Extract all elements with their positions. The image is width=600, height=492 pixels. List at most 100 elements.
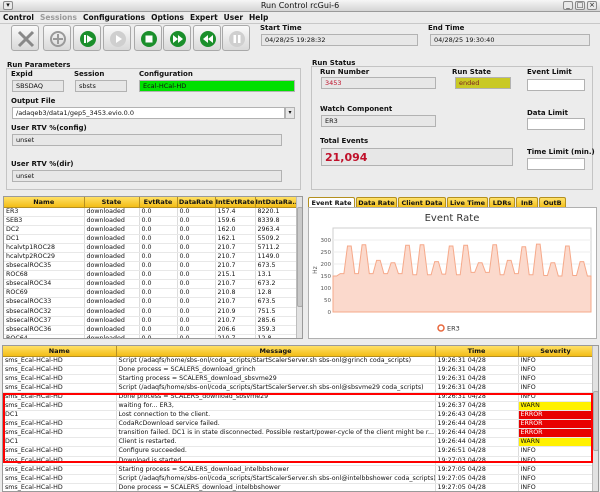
- component-header-0[interactable]: Name: [4, 197, 85, 208]
- component-cell: 210.7: [215, 316, 256, 326]
- menu-user[interactable]: User: [221, 12, 246, 24]
- data-limit-input[interactable]: [527, 118, 585, 130]
- message-log-scroll-thumb[interactable]: [593, 391, 598, 451]
- component-cell: downloaded: [84, 243, 140, 253]
- component-header-5[interactable]: IntDataRa...: [255, 197, 297, 208]
- component-row[interactable]: sbsecalROC35 downloaded 0.0 0.0 210.7 673.5: [4, 261, 297, 272]
- menu-expert[interactable]: Expert: [187, 12, 221, 24]
- log-cell: sms_Ecal-HCal-HD: [3, 356, 117, 366]
- component-row[interactable]: DC2 downloaded 0.0 0.0 162.0 2963.4: [4, 225, 297, 235]
- component-cell: 210.9: [215, 307, 256, 317]
- log-row[interactable]: sms_Ecal-HCal-HD Starting process = SCALE…: [3, 465, 594, 475]
- chart-ytick-label: 0: [328, 310, 332, 316]
- component-header-3[interactable]: DataRate: [177, 197, 216, 208]
- component-row[interactable]: sbsecalROC32 downloaded 0.0 0.0 210.9 751.5: [4, 307, 297, 317]
- start-run-button[interactable]: [193, 25, 221, 51]
- menu-configurations[interactable]: Configurations: [80, 12, 148, 24]
- component-table-container: Name State EvtRate DataRate IntEvtRate IntDat…: [3, 196, 303, 339]
- severity-badge: INFO: [518, 483, 594, 491]
- menu-help[interactable]: Help: [246, 12, 271, 24]
- log-header-name[interactable]: Name: [3, 346, 117, 357]
- download-button[interactable]: [73, 25, 101, 51]
- minimize-icon[interactable]: _: [563, 1, 573, 10]
- log-header-time[interactable]: Time: [435, 346, 519, 357]
- log-cell: 19:26:31 04/28: [435, 365, 519, 375]
- component-row[interactable]: sbsecalROC37 downloaded 0.0 0.0 210.7 285.6: [4, 316, 297, 326]
- chart-ytick-label: 300: [321, 238, 332, 244]
- go-button[interactable]: [134, 25, 162, 51]
- component-cell: downloaded: [84, 216, 140, 226]
- configuration-field: Ecal-HCal-HD: [139, 80, 295, 92]
- component-header-2[interactable]: EvtRate: [139, 197, 178, 208]
- log-row[interactable]: sms_Ecal-HCal-HD Script (/adaqfs/home/sbs…: [3, 356, 594, 366]
- output-file-dropdown-icon[interactable]: ▾: [285, 107, 295, 119]
- download-icon: [80, 31, 96, 47]
- component-cell: 157.4: [215, 207, 256, 217]
- prestart-button[interactable]: [103, 25, 131, 51]
- component-cell: 210.7: [215, 297, 256, 308]
- component-cell: 0.0: [177, 225, 216, 235]
- log-cell: Script (/adaqfs/home/sbs-onl/coda_script…: [116, 474, 436, 484]
- log-header-message[interactable]: Message: [116, 346, 436, 357]
- component-row[interactable]: ROC68 downloaded 0.0 0.0 215.1 13.1: [4, 270, 297, 281]
- severity-badge: INFO: [518, 365, 594, 375]
- menu-options[interactable]: Options: [148, 12, 187, 24]
- log-row[interactable]: sms_Ecal-HCal-HD Script (/adaqfs/home/sbs…: [3, 474, 594, 484]
- event-limit-label: Event Limit: [527, 68, 572, 76]
- component-row[interactable]: ER3 downloaded 0.0 0.0 157.4 8220.1: [4, 207, 297, 217]
- component-row[interactable]: ROC64 downloaded 0.0 0.0 210.7 12.8: [4, 334, 297, 338]
- component-cell: 210.8: [215, 288, 256, 299]
- component-cell: 1149.0: [255, 252, 297, 263]
- run-state-field: ended: [455, 77, 511, 89]
- component-header-1[interactable]: State: [84, 197, 140, 208]
- component-cell: 210.7: [215, 252, 256, 263]
- maximize-icon[interactable]: □: [575, 1, 585, 10]
- component-row[interactable]: sbsecalROC36 downloaded 0.0 0.0 206.6 359.3: [4, 325, 297, 335]
- menu-control[interactable]: Control: [0, 12, 37, 24]
- end-button[interactable]: [163, 25, 191, 51]
- component-row[interactable]: sbsecalROC34 downloaded 0.0 0.0 210.7 673.2: [4, 279, 297, 290]
- end-time-label: End Time: [428, 24, 465, 32]
- configuration-label: Configuration: [139, 70, 193, 78]
- log-header-severity[interactable]: Severity: [518, 346, 594, 357]
- run-number-label: Run Number: [320, 68, 370, 76]
- menu-sessions[interactable]: Sessions: [37, 12, 80, 24]
- component-cell: sbsecalROC35: [4, 261, 85, 272]
- chart-panel: Event Rate 0 50 100 150 200 250 300 Hz ER3: [308, 207, 597, 339]
- configure-button[interactable]: [43, 25, 71, 51]
- component-row[interactable]: hcalvtp2ROC29 downloaded 0.0 0.0 210.7 1149.0: [4, 252, 297, 263]
- log-row[interactable]: sms_Ecal-HCal-HD Script (/adaqfs/home/sbs…: [3, 383, 594, 393]
- close-icon[interactable]: ×: [587, 1, 597, 10]
- output-file-select[interactable]: /adaqeb3/data1/gep5_3453.evio.0.0: [12, 107, 285, 119]
- log-row[interactable]: sms_Ecal-HCal-HD Done process = SCALERS_d…: [3, 483, 594, 491]
- log-row[interactable]: sms_Ecal-HCal-HD Starting process = SCALE…: [3, 374, 594, 384]
- window-menu-icon[interactable]: ▾: [3, 1, 13, 10]
- component-scroll-thumb[interactable]: [297, 207, 302, 307]
- connect-button[interactable]: [11, 25, 39, 51]
- time-limit-input[interactable]: [527, 158, 585, 170]
- component-row[interactable]: ROC69 downloaded 0.0 0.0 210.8 12.8: [4, 288, 297, 299]
- log-cell: Starting process = SCALERS_download_sbsv…: [116, 374, 436, 384]
- component-row[interactable]: sbsecalROC33 downloaded 0.0 0.0 210.7 673.5: [4, 297, 297, 308]
- rtv-dir-field: unset: [12, 170, 282, 182]
- watch-component-field[interactable]: ER3: [321, 115, 436, 127]
- log-cell: sms_Ecal-HCal-HD: [3, 465, 117, 475]
- component-row[interactable]: SEB3 downloaded 0.0 0.0 159.6 8339.8: [4, 216, 297, 226]
- reset-button[interactable]: [222, 25, 250, 51]
- component-cell: sbsecalROC34: [4, 279, 85, 290]
- component-cell: downloaded: [84, 207, 140, 217]
- component-cell: downloaded: [84, 307, 140, 317]
- chart-ytick-label: 150: [321, 274, 332, 280]
- start-time-label: Start Time: [260, 24, 302, 32]
- component-header-4[interactable]: IntEvtRate: [215, 197, 256, 208]
- log-row[interactable]: sms_Ecal-HCal-HD Done process = SCALERS_d…: [3, 365, 594, 375]
- component-table-scrollbar[interactable]: [296, 197, 302, 338]
- total-events-label: Total Events: [320, 137, 369, 145]
- component-row[interactable]: hcalvtp1ROC28 downloaded 0.0 0.0 210.7 5711.2: [4, 243, 297, 253]
- event-limit-input[interactable]: [527, 79, 585, 91]
- component-cell: 0.0: [139, 325, 178, 335]
- component-table: Name State EvtRate DataRate IntEvtRate IntDat…: [4, 197, 297, 338]
- component-row[interactable]: DC1 downloaded 0.0 0.0 162.1 5509.2: [4, 234, 297, 244]
- message-log-scrollbar[interactable]: [592, 346, 598, 491]
- expid-field: SBSDAQ: [12, 80, 64, 92]
